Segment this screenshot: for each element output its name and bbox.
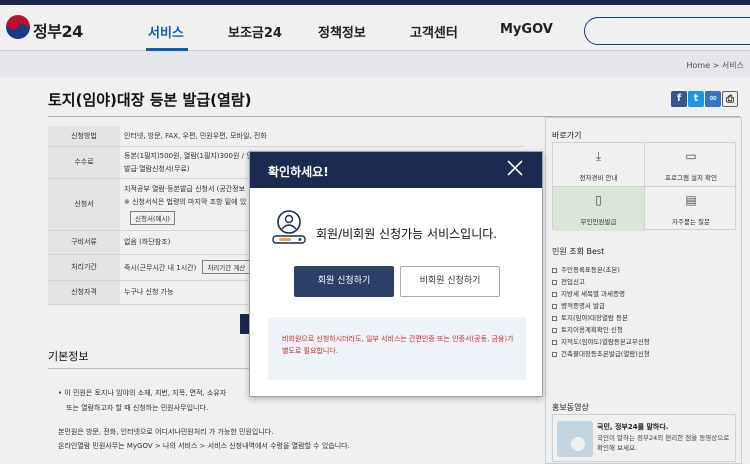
guest-apply-button[interactable]: 비회원 신청하기 (400, 266, 500, 297)
modal-title: 확인하세요! (268, 165, 329, 179)
modal-note: 비회원으로 신청하시더라도, 일부 서비스는 간편인증 또는 인증서(공동, 금… (282, 335, 514, 355)
modal-header: 확인하세요! (250, 152, 542, 188)
user-id-icon (272, 210, 306, 244)
close-icon[interactable] (506, 159, 524, 177)
modal-message: 회원/비회원 신청가능 서비스입니다. (316, 227, 498, 241)
confirm-modal: 확인하세요! 회원/비회원 신청가능 서비스입니다. 회원 신청하기 비회원 신… (249, 151, 543, 397)
modal-note-box: 비회원으로 신청하시더라도, 일부 서비스는 간편인증 또는 인증서(공동, 금… (268, 317, 526, 380)
member-apply-button[interactable]: 회원 신청하기 (294, 266, 394, 297)
